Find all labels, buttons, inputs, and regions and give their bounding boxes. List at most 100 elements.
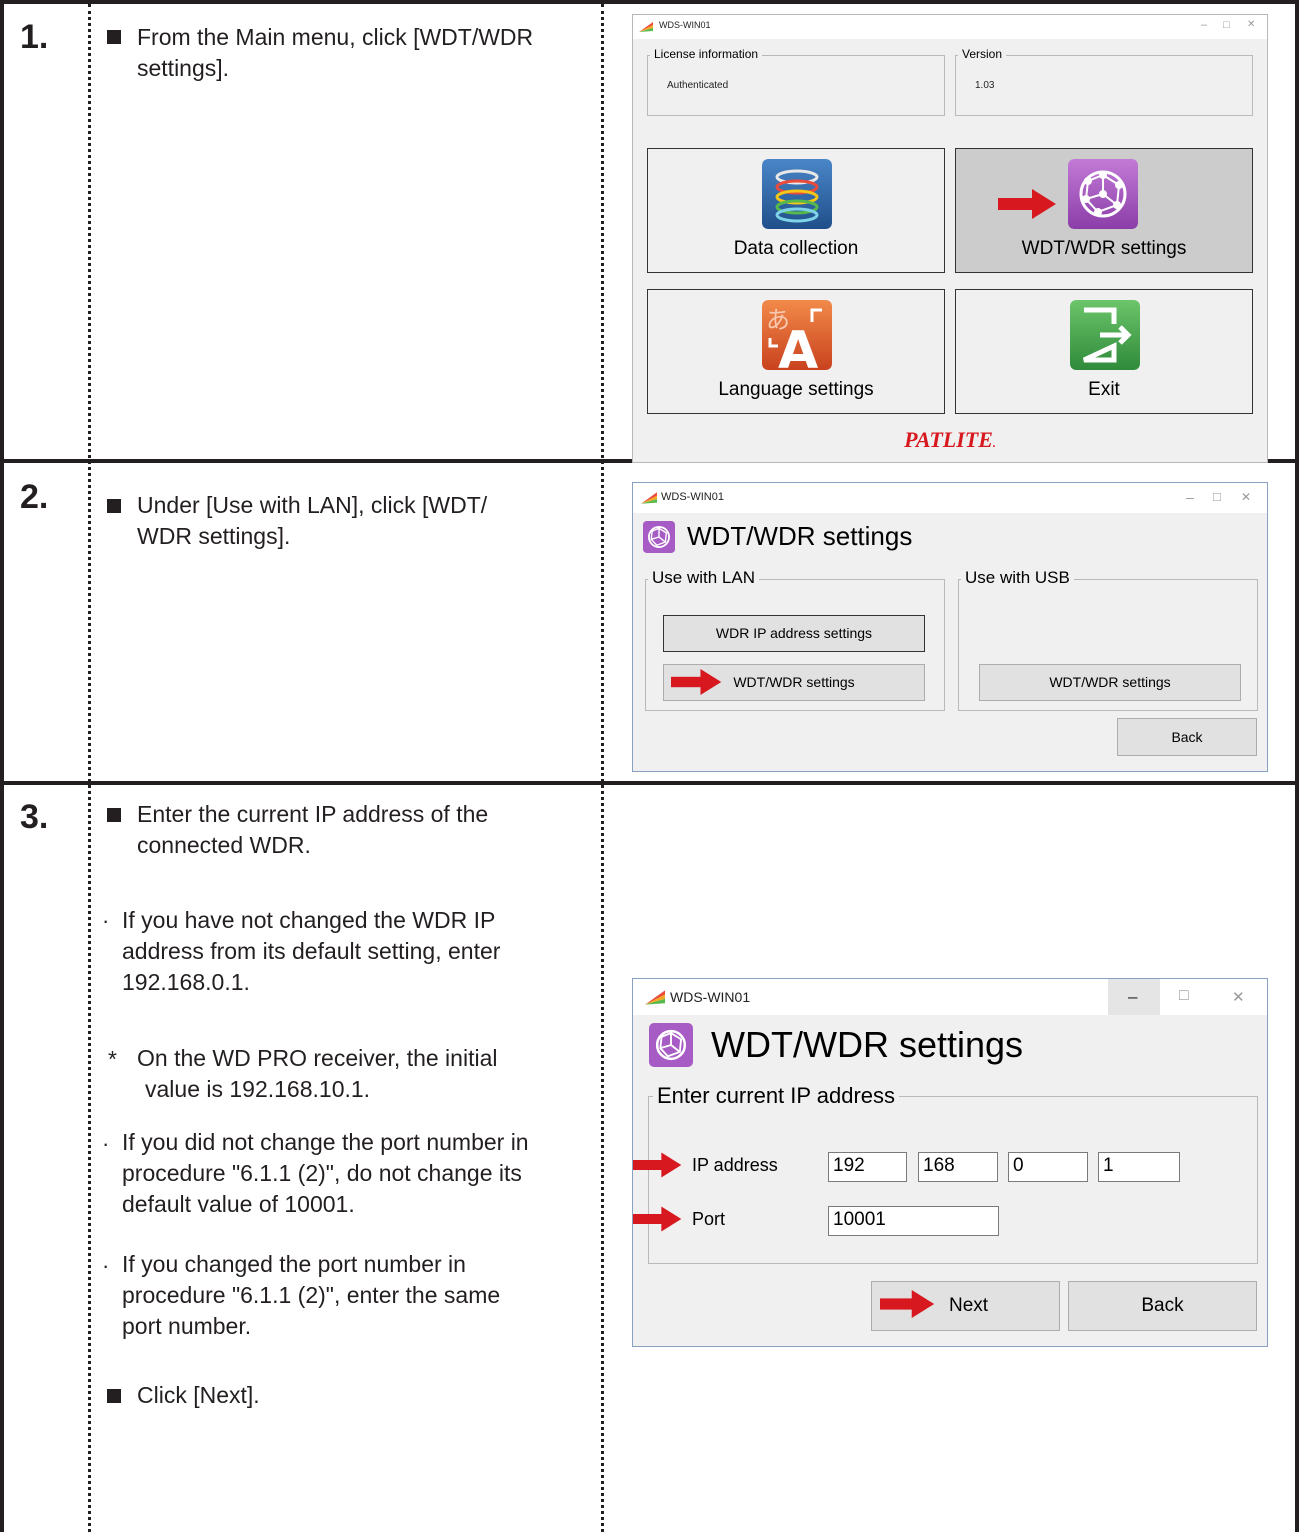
exit-label: Exit xyxy=(1088,379,1120,400)
ip-octet-2-input[interactable]: 168 xyxy=(918,1152,998,1182)
dot-bullet: · xyxy=(102,1131,110,1156)
wdt-wdr-settings-label: WDT/WDR settings xyxy=(1021,238,1187,259)
step2-instruction: Under [Use with LAN], click [WDT/ WDR se… xyxy=(137,490,487,552)
asterisk-marker: * xyxy=(108,1046,117,1072)
minimize-button[interactable]: – xyxy=(1108,979,1160,1015)
step3-note-default-ip: If you have not changed the WDR IP addre… xyxy=(122,905,500,998)
back-button[interactable]: Back xyxy=(1068,1281,1257,1331)
wdr-ip-address-settings-button[interactable]: WDR IP address settings xyxy=(663,615,925,652)
step-number-2: 2. xyxy=(20,478,49,516)
table-border-left xyxy=(0,0,4,1532)
table-border-right xyxy=(1295,0,1299,1532)
version-legend: Version xyxy=(958,47,1007,61)
network-icon xyxy=(643,521,675,553)
dot-bullet: · xyxy=(102,908,110,933)
red-arrow-icon xyxy=(671,669,722,695)
ip-octet-3-input[interactable]: 0 xyxy=(1008,1152,1088,1182)
enter-ip-group: Enter current IP address IP address 192 … xyxy=(648,1083,1258,1264)
instruction-line: If you did not change the port number in xyxy=(122,1129,529,1155)
brand-name: PATLITE xyxy=(904,427,993,452)
network-icon xyxy=(649,1023,693,1067)
app-icon xyxy=(645,990,665,1005)
back-button[interactable]: Back xyxy=(1117,718,1257,756)
enter-ip-legend: Enter current IP address xyxy=(653,1083,900,1109)
row-divider-2 xyxy=(0,781,1299,785)
red-arrow-icon xyxy=(633,1152,682,1178)
exit-button[interactable]: Exit xyxy=(955,289,1253,414)
data-collection-button[interactable]: Data collection xyxy=(647,148,945,273)
instruction-line: procedure "6.1.1 (2)", enter the same xyxy=(122,1282,501,1308)
step3-note-port-changed: If you changed the port number in proced… xyxy=(122,1249,500,1342)
step1-instruction: From the Main menu, click [WDT/WDR setti… xyxy=(137,22,533,84)
close-icon[interactable]: ✕ xyxy=(1241,490,1251,504)
minimize-icon[interactable]: – xyxy=(1201,19,1207,31)
patlite-logo: PATLITE. xyxy=(633,427,1267,453)
instruction-line: address from its default setting, enter xyxy=(122,938,501,964)
ip-octet-4-input[interactable]: 1 xyxy=(1098,1152,1180,1182)
red-arrow-icon xyxy=(633,1206,682,1232)
version-group: Version 1.03 xyxy=(955,47,1253,116)
port-label: Port xyxy=(692,1209,726,1229)
maximize-icon[interactable]: □ xyxy=(1213,489,1221,504)
license-info-legend: License information xyxy=(650,47,763,61)
page-heading: WDT/WDR settings xyxy=(687,521,913,551)
square-bullet xyxy=(107,30,121,44)
version-value: 1.03 xyxy=(975,80,995,91)
title-bar: WDS-WIN01 – □ ✕ xyxy=(633,15,1267,39)
use-with-usb-legend: Use with USB xyxy=(961,568,1074,588)
instruction-line: From the Main menu, click [WDT/WDR xyxy=(137,24,534,50)
square-bullet xyxy=(107,499,121,513)
instruction-line: On the WD PRO receiver, the initial xyxy=(137,1045,498,1071)
next-button-label: Next xyxy=(949,1295,989,1316)
red-arrow-icon xyxy=(998,189,1056,219)
red-arrow-icon xyxy=(880,1290,935,1318)
usb-wdt-wdr-settings-button[interactable]: WDT/WDR settings xyxy=(979,664,1241,701)
close-icon[interactable]: ✕ xyxy=(1232,988,1245,1006)
language-settings-label: Language settings xyxy=(718,379,874,400)
minimize-icon: – xyxy=(1128,987,1138,1006)
window-title: WDS-WIN01 xyxy=(659,20,711,30)
maximize-icon[interactable]: □ xyxy=(1179,987,1189,1005)
instruction-line: Enter the current IP address of the xyxy=(137,801,489,827)
instruction-line: value is 192.168.10.1. xyxy=(145,1076,371,1102)
step3-note-port-unchanged: If you did not change the port number in… xyxy=(122,1127,529,1220)
language-icon: あ A xyxy=(762,300,832,370)
license-status: Authenticated xyxy=(667,80,729,91)
step-number-3: 3. xyxy=(20,798,49,836)
instruction-line: If you changed the port number in xyxy=(122,1251,466,1277)
dot-bullet: · xyxy=(102,1253,110,1278)
main-menu-window: WDS-WIN01 – □ ✕ License information Auth… xyxy=(632,14,1268,463)
use-with-lan-legend: Use with LAN xyxy=(648,568,759,588)
square-bullet xyxy=(107,808,121,822)
window-title: WDS-WIN01 xyxy=(661,491,724,503)
step-number-1: 1. xyxy=(20,18,49,56)
maximize-icon[interactable]: □ xyxy=(1223,19,1230,31)
instruction-line: procedure "6.1.1 (2)", do not change its xyxy=(122,1160,522,1186)
minimize-icon[interactable]: – xyxy=(1186,489,1194,505)
ip-address-label: IP address xyxy=(692,1155,778,1175)
brand-mark: . xyxy=(992,436,996,450)
column-divider-number xyxy=(88,4,91,1532)
exit-icon xyxy=(1070,300,1140,370)
instruction-line: connected WDR. xyxy=(137,832,311,858)
instruction-line: 192.168.0.1. xyxy=(122,969,250,995)
license-info-group: License information Authenticated xyxy=(647,47,945,116)
title-bar: WDS-WIN01 – □ ✕ xyxy=(633,483,1267,513)
port-input[interactable]: 10001 xyxy=(828,1206,999,1236)
square-bullet xyxy=(107,1389,121,1403)
table-border-top xyxy=(0,0,1299,4)
enter-ip-window: WDS-WIN01 – □ ✕ WDT/WDR settings Enter c… xyxy=(632,978,1268,1347)
ip-octet-1-input[interactable]: 192 xyxy=(828,1152,907,1182)
instruction-line: port number. xyxy=(122,1313,252,1339)
step3-note-wd-pro: On the WD PRO receiver, the initial valu… xyxy=(137,1043,497,1105)
language-settings-button[interactable]: あ A Language settings xyxy=(647,289,945,414)
window-title: WDS-WIN01 xyxy=(670,989,751,1005)
wdt-wdr-settings-window: WDS-WIN01 – □ ✕ WDT/WDR settings Use wit… xyxy=(632,482,1268,772)
use-with-usb-group: Use with USB WDT/WDR settings xyxy=(958,568,1258,711)
instruction-line: default value of 10001. xyxy=(122,1191,355,1217)
instruction-line: Under [Use with LAN], click [WDT/ xyxy=(137,492,488,518)
svg-text:A: A xyxy=(778,321,818,370)
close-icon[interactable]: ✕ xyxy=(1247,19,1255,30)
title-bar: WDS-WIN01 – □ ✕ xyxy=(633,979,1267,1015)
step3-instruction-enter-ip: Enter the current IP address of the conn… xyxy=(137,799,488,861)
